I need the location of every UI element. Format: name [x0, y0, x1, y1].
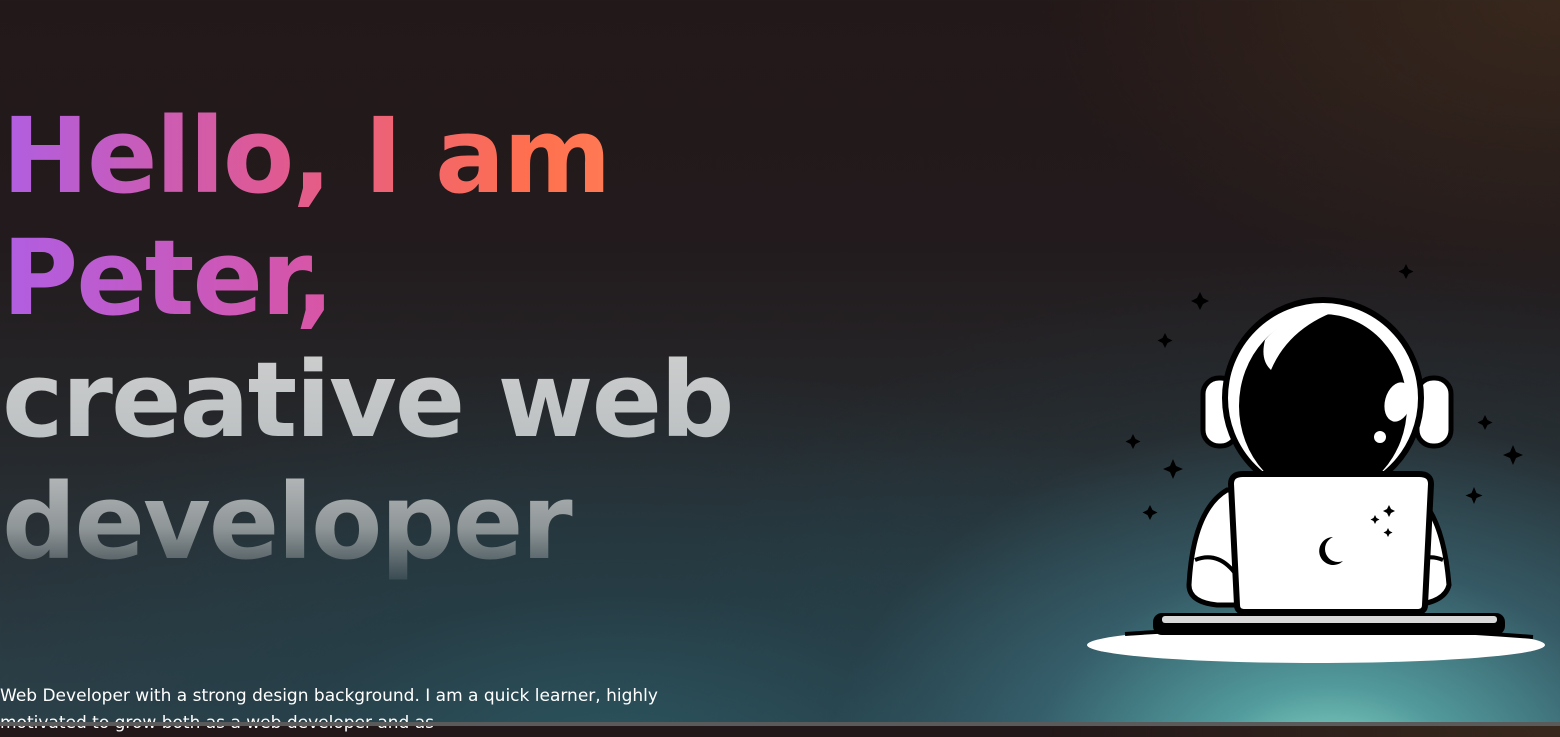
headline-role: creative web — [2, 339, 735, 461]
headline-role-fade: developer — [2, 461, 733, 583]
hero-headline: Hello, I am Peter, creative web develope… — [2, 95, 735, 583]
headline-greeting: Hello, I am — [2, 95, 733, 217]
headline-name: Peter, — [2, 217, 733, 339]
bottom-divider — [0, 722, 1560, 726]
hero-section: Hello, I am Peter, creative web develope… — [0, 0, 1560, 733]
astronaut-laptop-illustration — [1087, 264, 1545, 663]
hero-intro-text: Web Developer with a strong design backg… — [0, 686, 658, 733]
